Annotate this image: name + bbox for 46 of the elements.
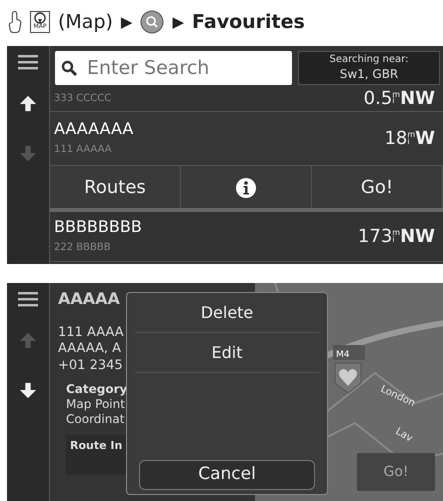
direction-text: NW — [400, 86, 435, 110]
unit-label: mi — [407, 132, 412, 145]
road-sign: M4 — [333, 345, 365, 360]
place-title: AAAAA — [58, 289, 120, 309]
menu-icon[interactable] — [18, 54, 38, 70]
menu-item[interactable]: Edit — [135, 333, 319, 373]
address-line: AAAAA, A — [58, 341, 122, 358]
address-text: 222 BBBBB — [54, 240, 112, 255]
search-field[interactable]: Enter Search — [55, 51, 292, 85]
place-name: BBBBBBBB — [54, 218, 143, 236]
distance-text: 0.5 — [364, 86, 392, 110]
address-text: 333 CCCCC — [54, 92, 112, 106]
place-name: AAAAAAA — [54, 120, 134, 138]
distance-text: 173 — [358, 225, 392, 249]
address-line: +01 2345 — [58, 358, 123, 374]
cancel-button[interactable]: Cancel — [139, 460, 315, 490]
info-line: Map Point — [66, 396, 125, 412]
menu-item[interactable]: Delete — [135, 293, 319, 333]
address-line: 111 AAAA — [58, 325, 124, 342]
unit-label: mi — [392, 92, 398, 104]
down-arrow-icon[interactable] — [19, 381, 37, 400]
up-arrow-icon[interactable] — [19, 94, 37, 113]
direction-text: NW — [400, 225, 435, 249]
hand-icon — [8, 10, 22, 34]
info-line: Coordinat — [66, 412, 124, 427]
destination-label: Favourites — [192, 10, 305, 35]
road-label: Lav — [394, 426, 414, 444]
go-button[interactable]: Go! — [357, 453, 435, 491]
separator-arrow: ▶ — [172, 12, 184, 33]
separator-arrow: ▶ — [120, 12, 132, 33]
route-info-label: Route In — [70, 438, 122, 452]
map-label: (Map) — [58, 10, 113, 35]
searching-near-button[interactable]: Searching near: Sw1, GBR — [298, 51, 440, 85]
info-icon — [235, 176, 257, 199]
menu-icon[interactable] — [18, 291, 38, 307]
info-button[interactable] — [181, 166, 312, 208]
unit-label: mi — [392, 230, 398, 243]
direction-text: W — [415, 127, 435, 151]
distance-text: 18 — [384, 127, 408, 151]
routes-button[interactable]: Routes — [50, 166, 181, 208]
address-text: 111 AAAAA — [54, 142, 113, 157]
go-button[interactable]: Go! — [312, 166, 443, 208]
category-label: Category — [66, 382, 128, 397]
search-button-icon — [140, 10, 164, 34]
heart-marker-icon — [334, 362, 362, 394]
search-icon — [61, 60, 77, 76]
